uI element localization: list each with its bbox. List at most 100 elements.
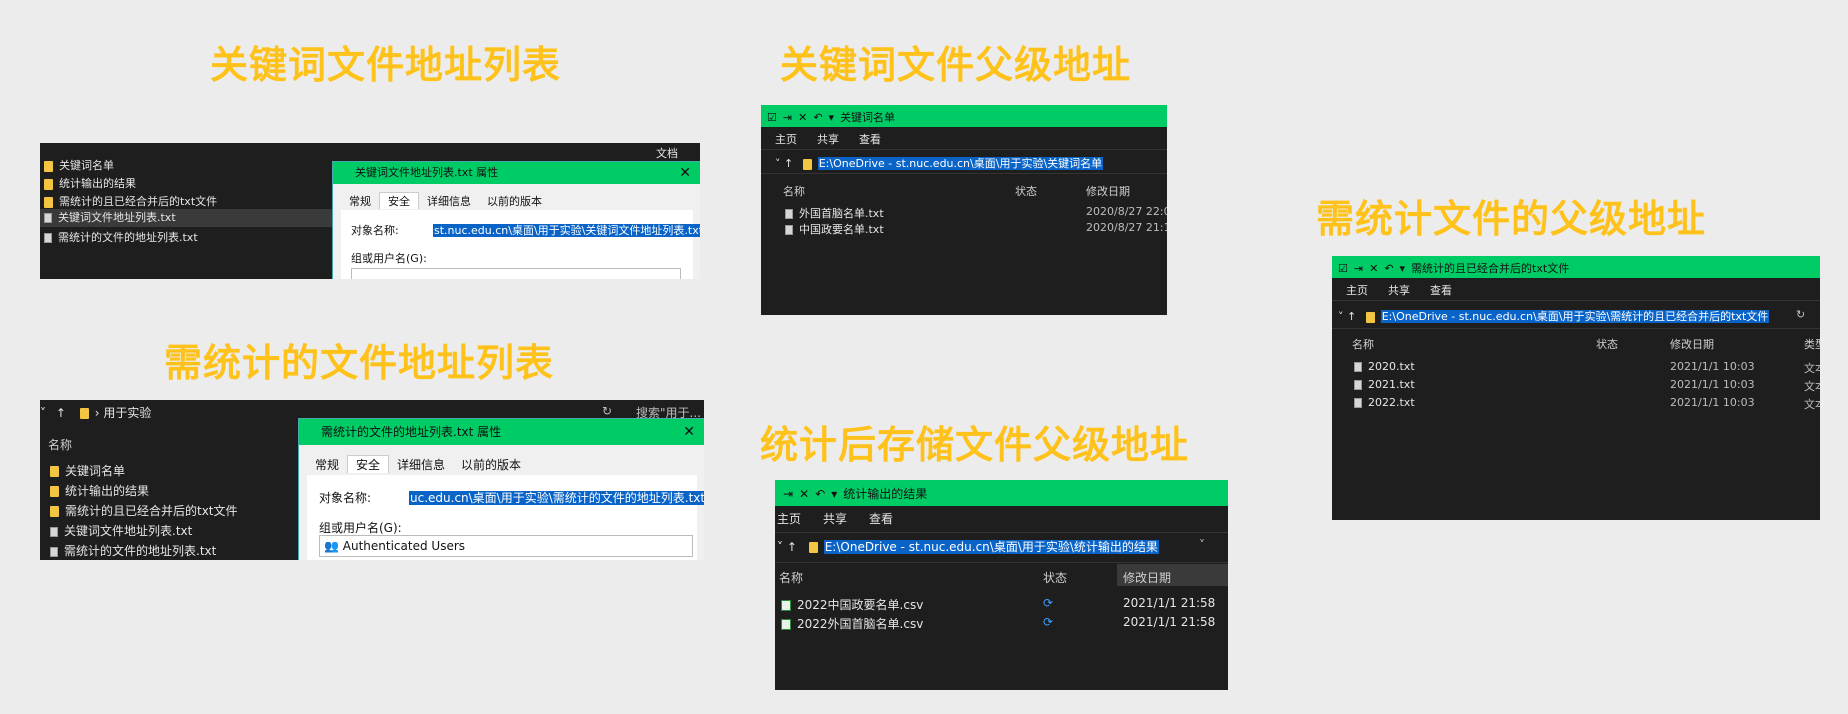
ribbon-tab-share[interactable]: 共享 — [823, 510, 847, 527]
object-name-value[interactable]: st.nuc.edu.cn\桌面\用于实验\关键词文件地址列表.txt — [433, 222, 700, 238]
tab-general[interactable]: 常规 — [341, 193, 379, 209]
tab-security[interactable]: 安全 — [379, 192, 419, 209]
list-item[interactable]: 需统计的且已经合并后的txt文件 — [50, 502, 238, 519]
file-type: 文本 — [1804, 380, 1820, 393]
address-text[interactable]: E:\OneDrive - st.nuc.edu.cn\桌面\用于实验\关键词名… — [817, 157, 1104, 170]
list-item[interactable]: 需统计的文件的地址列表.txt — [50, 542, 216, 559]
ribbon-tab-home[interactable]: 主页 — [777, 510, 801, 527]
address-bar[interactable]: ˅ ↑ E:\OneDrive - st.nuc.edu.cn\桌面\用于实验\… — [775, 155, 1104, 171]
column-header-name[interactable]: 名称 — [779, 569, 803, 586]
dialog-body: 对象名称: st.nuc.edu.cn\桌面\用于实验\关键词文件地址列表.tx… — [341, 210, 700, 279]
user-list-box[interactable] — [351, 268, 681, 279]
column-header-date[interactable]: 修改日期 — [1123, 569, 1171, 586]
column-header-type[interactable]: 类型 — [1804, 336, 1820, 352]
explorer-panel-target-folder: ☑ ⇥ ✕ ↶ ▾ 需统计的且已经合并后的txt文件 主页 共享 查看 ˅ ↑ E:\OneD… — [1332, 256, 1820, 520]
close-icon[interactable]: ✕ — [683, 419, 695, 445]
tab-previous-versions[interactable]: 以前的版本 — [479, 193, 550, 209]
list-item[interactable]: 关键词名单 — [44, 157, 114, 173]
chevron-down-icon[interactable]: ˅ — [775, 157, 781, 170]
move-icon[interactable]: ⇥ — [783, 487, 793, 501]
chevron-down-icon[interactable]: ˅ — [1338, 310, 1344, 323]
column-header-status[interactable]: 状态 — [1596, 336, 1618, 352]
dialog-body: 对象名称: uc.edu.cn\桌面\用于实验\需统计的文件的地址列表.txt … — [307, 475, 704, 560]
ribbon-tab-view[interactable]: 查看 — [859, 131, 881, 147]
refresh-icon[interactable]: ↻ — [1796, 308, 1805, 321]
ribbon-tab-home[interactable]: 主页 — [775, 131, 797, 147]
list-item[interactable]: 关键词名单 — [50, 462, 125, 479]
title-bar: ☑ ⇥ ✕ ↶ ▾ 需统计的且已经合并后的txt文件 — [1332, 256, 1820, 278]
chevron-down-icon[interactable]: ˅ — [40, 406, 46, 420]
column-header-name[interactable]: 名称 — [1352, 336, 1374, 352]
undo-icon[interactable]: ↶ — [815, 487, 825, 501]
address-dropdown-icon[interactable]: ˅ — [1199, 538, 1205, 552]
ribbon-tab-share[interactable]: 共享 — [817, 131, 839, 147]
file-row[interactable]: 2022外国首脑名单.csv — [781, 615, 923, 632]
dialog-titlebar: 需统计的文件的地址列表.txt 属性 ✕ — [299, 419, 704, 445]
dropdown-icon[interactable]: ▾ — [831, 487, 837, 501]
column-header-date[interactable]: 修改日期 — [1086, 183, 1130, 199]
dropdown-icon[interactable]: ▾ — [1400, 262, 1406, 275]
list-item[interactable]: 需统计的且已经合并后的txt文件 — [44, 193, 217, 209]
up-arrow-icon[interactable]: ↑ — [787, 540, 797, 554]
file-row[interactable]: 2020.txt — [1354, 360, 1415, 373]
address-bar[interactable]: ˅ ↑ E:\OneDrive - st.nuc.edu.cn\桌面\用于实验\… — [1338, 308, 1770, 324]
undo-icon[interactable]: ↶ — [813, 111, 822, 124]
list-item[interactable]: 需统计的文件的地址列表.txt — [44, 229, 198, 245]
move-icon[interactable]: ⇥ — [783, 111, 792, 124]
list-item-selected[interactable]: 关键词文件地址列表.txt — [40, 209, 344, 227]
checkbox-icon[interactable]: ☑ — [767, 111, 777, 124]
tab-details[interactable]: 详细信息 — [419, 193, 479, 209]
list-item[interactable]: 统计输出的结果 — [44, 175, 136, 191]
chevron-down-icon[interactable]: ˅ — [777, 540, 783, 554]
delete-icon[interactable]: ✕ — [1369, 262, 1378, 275]
divider — [761, 149, 1167, 150]
column-header-name[interactable]: 名称 — [783, 183, 805, 199]
up-arrow-icon[interactable]: ↑ — [784, 157, 793, 170]
list-item[interactable]: 关键词文件地址列表.txt — [50, 522, 192, 539]
address-text[interactable]: E:\OneDrive - st.nuc.edu.cn\桌面\用于实验\需统计的… — [1380, 310, 1770, 323]
up-arrow-icon[interactable]: ↑ — [56, 406, 66, 420]
properties-dialog: 关键词文件地址列表.txt 属性 ✕ 常规 安全 详细信息 以前的版本 对象名称: s… — [332, 161, 700, 279]
folder-icon — [50, 506, 59, 517]
divider — [1332, 300, 1820, 301]
column-header-status[interactable]: 状态 — [1043, 569, 1067, 586]
ribbon-tab-home[interactable]: 主页 — [1346, 282, 1368, 298]
file-row[interactable]: 中国政要名单.txt — [785, 221, 884, 237]
delete-icon[interactable]: ✕ — [798, 111, 807, 124]
ribbon-tab-view[interactable]: 查看 — [869, 510, 893, 527]
user-list-box[interactable]: 👥 Authenticated Users — [319, 535, 693, 557]
column-header-name[interactable]: 名称 — [48, 436, 72, 453]
file-row[interactable]: 2022中国政要名单.csv — [781, 596, 923, 613]
object-name-value[interactable]: uc.edu.cn\桌面\用于实验\需统计的文件的地址列表.txt — [409, 489, 704, 506]
window-title: 统计输出的结果 — [843, 487, 928, 501]
file-row[interactable]: 外国首脑名单.txt — [785, 205, 884, 221]
ribbon-tab-share[interactable]: 共享 — [1388, 282, 1410, 298]
breadcrumb[interactable]: 用于实验 — [103, 406, 151, 420]
close-icon[interactable]: ✕ — [679, 162, 691, 184]
undo-icon[interactable]: ↶ — [1384, 262, 1393, 275]
folder-icon — [79, 408, 89, 419]
tab-details[interactable]: 详细信息 — [389, 456, 453, 473]
ribbon-tab-view[interactable]: 查看 — [1430, 282, 1452, 298]
dropdown-icon[interactable]: ▾ — [829, 111, 835, 124]
file-row[interactable]: 2021.txt — [1354, 378, 1415, 391]
address-text[interactable]: E:\OneDrive - st.nuc.edu.cn\桌面\用于实验\统计输出… — [823, 540, 1159, 554]
tab-security[interactable]: 安全 — [347, 455, 390, 473]
address-bar[interactable]: ˅ ↑ E:\OneDrive - st.nuc.edu.cn\桌面\用于实验\… — [777, 538, 1159, 555]
dialog-tabs: 常规 安全 详细信息 以前的版本 — [307, 455, 529, 473]
move-icon[interactable]: ⇥ — [1354, 262, 1363, 275]
checkbox-icon[interactable]: ☑ — [1338, 262, 1348, 275]
column-header-date[interactable]: 修改日期 — [1670, 336, 1714, 352]
object-name-label: 对象名称: — [351, 224, 399, 237]
delete-icon[interactable]: ✕ — [799, 487, 809, 501]
column-header-status[interactable]: 状态 — [1015, 183, 1037, 199]
refresh-icon[interactable]: ↻ — [602, 404, 612, 418]
title-bar: ⇥ ✕ ↶ ▾ 统计输出的结果 — [775, 480, 1228, 506]
explorer-panel-keyword-folder: ☑ ⇥ ✕ ↶ ▾ 关键词名单 主页 共享 查看 ˅ ↑ E:\OneDrive - st.n… — [761, 105, 1167, 315]
list-item[interactable]: 统计输出的结果 — [50, 482, 149, 499]
tab-previous-versions[interactable]: 以前的版本 — [453, 456, 529, 473]
user-entry[interactable]: 👥 Authenticated Users — [324, 539, 465, 553]
up-arrow-icon[interactable]: ↑ — [1347, 310, 1356, 323]
tab-general[interactable]: 常规 — [307, 456, 347, 473]
file-row[interactable]: 2022.txt — [1354, 396, 1415, 409]
